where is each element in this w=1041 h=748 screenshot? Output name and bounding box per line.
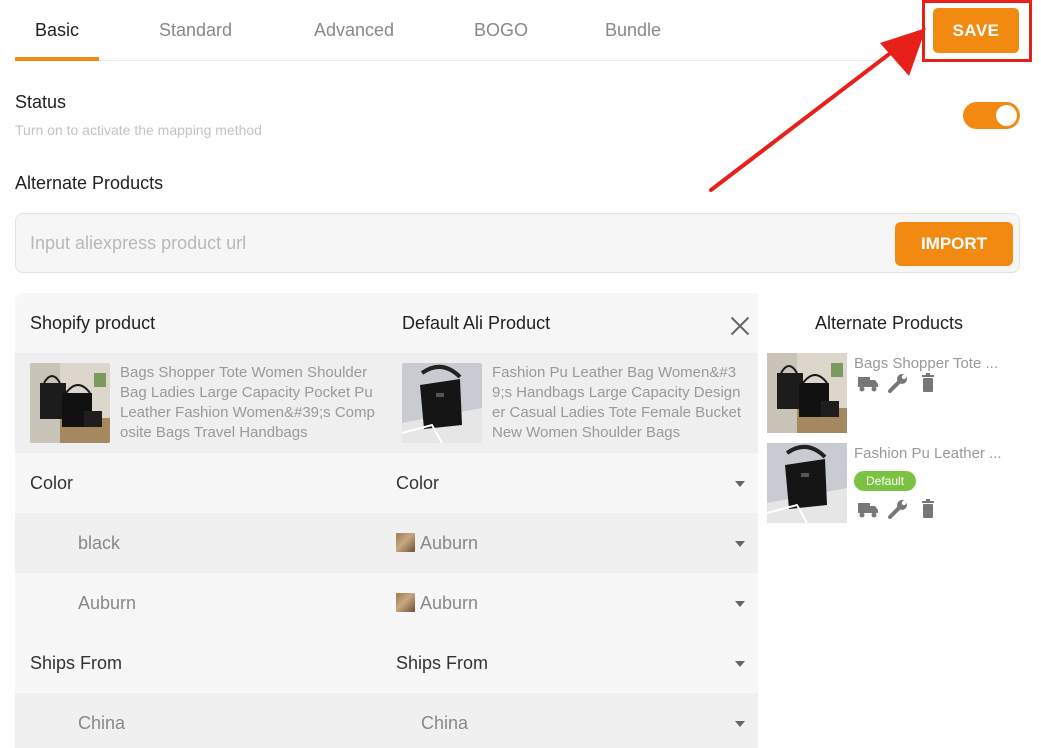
trash-icon[interactable] (917, 499, 939, 519)
alternate-products-panel: Alternate Products Bags Shopper Tote ... (758, 293, 1020, 748)
shopify-value-label: China (78, 713, 126, 733)
chevron-down-icon[interactable] (735, 541, 745, 547)
swatch-thumbnail (396, 533, 415, 552)
alternate-products-title: Alternate Products (15, 173, 164, 193)
shopify-value-label: Auburn (78, 593, 137, 613)
truck-icon[interactable] (857, 499, 879, 519)
default-product-name: Fashion Pu Leather Bag Women&#39;s Handb… (492, 364, 742, 441)
mapping-row: Color Color (15, 453, 758, 513)
ali-option-select[interactable]: Color (396, 473, 439, 494)
tab-advanced[interactable]: Advanced (314, 20, 394, 41)
url-input-box: IMPORT (15, 213, 1020, 273)
ali-value-select[interactable]: China (421, 713, 468, 734)
shopify-option-label: Color (30, 473, 74, 493)
product-row: Bags Shopper Tote Women Shoulder Bag Lad… (15, 353, 758, 453)
shopify-product-name: Bags Shopper Tote Women Shoulder Bag Lad… (120, 364, 375, 441)
mapping-table: Shopify product Default Ali Product Bags… (15, 293, 758, 748)
ali-option-select[interactable]: Ships From (396, 653, 488, 674)
status-toggle[interactable] (963, 102, 1020, 129)
shopify-product-image (30, 363, 110, 443)
import-button[interactable]: IMPORT (895, 222, 1013, 266)
close-icon[interactable] (729, 315, 751, 337)
alternate-product-image (767, 443, 847, 523)
mapping-row: black Auburn (15, 513, 758, 573)
toggle-knob (996, 105, 1017, 126)
alternate-products-header: Alternate Products (814, 313, 964, 333)
status-subtitle: Turn on to activate the mapping method (15, 122, 262, 138)
ali-value-select[interactable]: Auburn (396, 593, 478, 614)
alternate-product-actions (857, 499, 939, 519)
wrench-icon[interactable] (887, 373, 909, 393)
alternate-product-name: Bags Shopper Tote ... (854, 355, 998, 372)
mapping-panel: Shopify product Default Ali Product Bags… (15, 293, 1020, 748)
swatch-thumbnail (396, 593, 415, 612)
chevron-down-icon[interactable] (735, 721, 745, 727)
truck-icon[interactable] (857, 373, 879, 393)
alternate-product-item: Bags Shopper Tote ... (767, 353, 1017, 433)
alternate-product-actions (857, 373, 939, 393)
chevron-down-icon[interactable] (735, 601, 745, 607)
save-button[interactable]: SAVE (933, 8, 1019, 53)
aliexpress-url-input[interactable] (30, 228, 880, 258)
trash-icon[interactable] (917, 373, 939, 393)
default-product-image (402, 363, 482, 443)
tab-bar: Basic Standard Advanced BOGO Bundle (15, 0, 1020, 61)
default-badge: Default (854, 471, 917, 491)
mapping-row: China China (15, 693, 758, 748)
shopify-product-header: Shopify product (30, 313, 156, 333)
mapping-row: Ships From Ships From (15, 633, 758, 693)
ali-value-select[interactable]: Auburn (396, 533, 478, 554)
mapping-row: Auburn Auburn (15, 573, 758, 633)
active-tab-indicator (15, 57, 99, 61)
alternate-product-item: Fashion Pu Leather ... Default (767, 443, 1017, 523)
wrench-icon[interactable] (887, 499, 909, 519)
tab-bogo[interactable]: BOGO (474, 20, 528, 41)
chevron-down-icon[interactable] (735, 481, 745, 487)
tab-standard[interactable]: Standard (159, 20, 232, 41)
alternate-product-name: Fashion Pu Leather ... (854, 445, 1002, 462)
tab-bundle[interactable]: Bundle (605, 20, 661, 41)
chevron-down-icon[interactable] (735, 661, 745, 667)
shopify-option-label: Ships From (30, 653, 123, 673)
status-title: Status (15, 92, 67, 112)
tab-basic[interactable]: Basic (35, 20, 79, 41)
alternate-product-image (767, 353, 847, 433)
shopify-value-label: black (78, 533, 121, 553)
default-ali-product-header: Default Ali Product (402, 313, 551, 333)
